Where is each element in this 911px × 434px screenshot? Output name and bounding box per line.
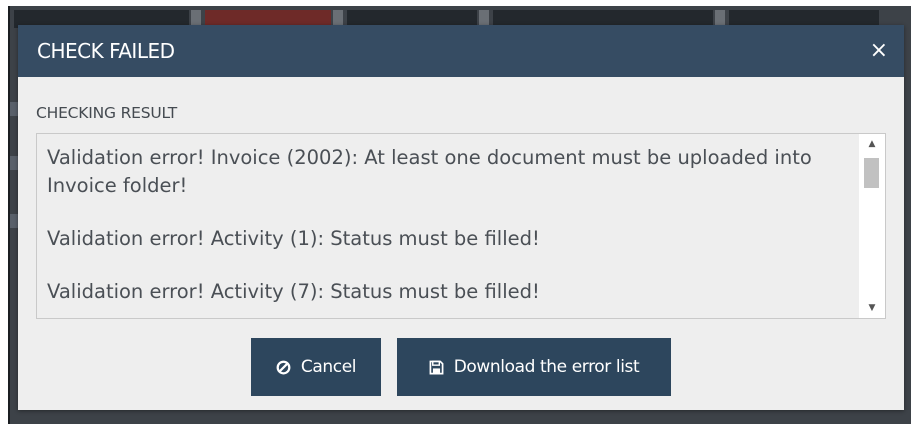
vertical-scrollbar[interactable]: ▲ ▼ <box>859 134 885 318</box>
cancel-button-label: Cancel <box>300 357 357 377</box>
backdrop-fragment <box>10 102 18 116</box>
error-message: Validation error! Activity (7): Status m… <box>47 280 540 303</box>
error-message: Validation error! Invoice (2002): At lea… <box>47 146 812 197</box>
dialog-header: CHECK FAILED × <box>18 25 904 77</box>
backdrop-fragment <box>10 214 18 228</box>
scroll-down-icon[interactable]: ▼ <box>859 300 885 316</box>
download-button-label: Download the error list <box>453 357 640 377</box>
section-label: CHECKING RESULT <box>36 104 178 122</box>
scroll-up-icon[interactable]: ▲ <box>859 136 885 152</box>
save-icon <box>429 360 444 375</box>
error-message: Validation error! Activity (1): Status m… <box>47 227 540 250</box>
dialog-title: CHECK FAILED <box>37 39 175 63</box>
backdrop-fragment <box>10 156 18 170</box>
download-error-list-button[interactable]: Download the error list <box>397 338 671 396</box>
check-failed-dialog: CHECK FAILED × CHECKING RESULT Validatio… <box>18 25 904 410</box>
scroll-thumb[interactable] <box>864 158 879 188</box>
checking-result-box[interactable]: Validation error! Invoice (2002): At lea… <box>36 133 886 319</box>
ban-icon <box>276 360 291 375</box>
dialog-footer: Cancel Download the error list <box>18 338 904 396</box>
result-text-area: Validation error! Invoice (2002): At lea… <box>37 134 859 318</box>
cancel-button[interactable]: Cancel <box>251 338 381 396</box>
close-icon[interactable]: × <box>870 40 888 62</box>
